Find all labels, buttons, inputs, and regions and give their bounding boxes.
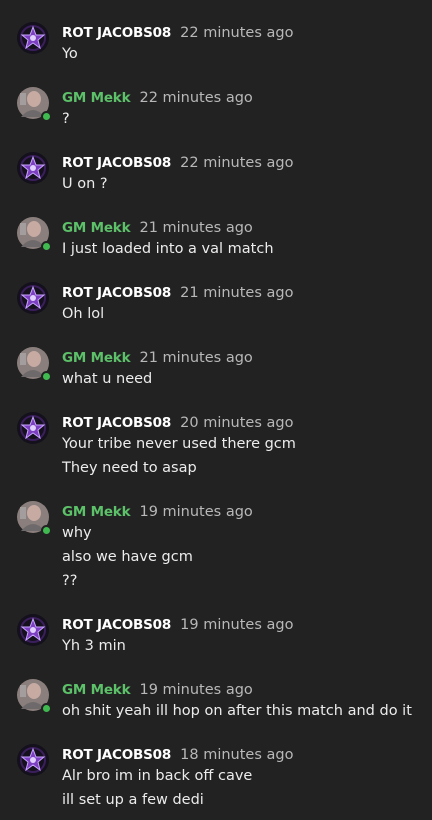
author-name[interactable]: ROT JACOBS08 bbox=[62, 747, 171, 763]
timestamp: 18 minutes ago bbox=[180, 747, 294, 763]
message-header: ROT JACOBS08 19 minutes ago bbox=[62, 614, 294, 633]
user-avatar[interactable] bbox=[17, 87, 52, 122]
message-header: GM Mekk 22 minutes ago bbox=[62, 87, 253, 106]
message-text: Oh lol bbox=[62, 306, 105, 322]
online-status-icon bbox=[41, 111, 52, 122]
message-text: ill set up a few dedi bbox=[62, 792, 204, 808]
message-text: what u need bbox=[62, 371, 153, 387]
timestamp: 20 minutes ago bbox=[180, 415, 294, 431]
purple-star-emblem-icon bbox=[17, 412, 49, 444]
timestamp: 21 minutes ago bbox=[180, 285, 294, 301]
message-text: ? bbox=[62, 111, 70, 127]
purple-star-emblem-icon bbox=[17, 282, 49, 314]
timestamp: 19 minutes ago bbox=[180, 617, 294, 633]
author-name[interactable]: GM Mekk bbox=[62, 90, 131, 106]
user-avatar[interactable] bbox=[17, 347, 52, 382]
author-name[interactable]: ROT JACOBS08 bbox=[62, 617, 171, 633]
user-avatar[interactable] bbox=[17, 744, 49, 776]
message-text: Your tribe never used there gcm bbox=[62, 436, 296, 452]
author-name[interactable]: ROT JACOBS08 bbox=[62, 155, 171, 171]
timestamp: 19 minutes ago bbox=[139, 682, 253, 698]
author-name[interactable]: ROT JACOBS08 bbox=[62, 415, 171, 431]
author-name[interactable]: GM Mekk bbox=[62, 682, 131, 698]
message-text: I just loaded into a val match bbox=[62, 241, 274, 257]
purple-star-emblem-icon bbox=[17, 152, 49, 184]
author-name[interactable]: GM Mekk bbox=[62, 220, 131, 236]
message-text: Yo bbox=[62, 46, 78, 62]
author-name[interactable]: GM Mekk bbox=[62, 350, 131, 366]
message-text: They need to asap bbox=[62, 460, 197, 476]
author-name[interactable]: GM Mekk bbox=[62, 504, 131, 520]
purple-star-emblem-icon bbox=[17, 744, 49, 776]
message-header: ROT JACOBS08 20 minutes ago bbox=[62, 412, 294, 431]
online-status-icon bbox=[41, 525, 52, 536]
message-text: Alr bro im in back off cave bbox=[62, 768, 253, 784]
message-header: ROT JACOBS08 22 minutes ago bbox=[62, 152, 294, 171]
online-status-icon bbox=[41, 703, 52, 714]
timestamp: 22 minutes ago bbox=[180, 155, 294, 171]
message-header: ROT JACOBS08 22 minutes ago bbox=[62, 22, 294, 41]
online-status-icon bbox=[41, 241, 52, 252]
message-header: GM Mekk 21 minutes ago bbox=[62, 217, 253, 236]
message-text: oh shit yeah ill hop on after this match… bbox=[62, 703, 412, 719]
timestamp: 19 minutes ago bbox=[139, 504, 253, 520]
message-text: U on ? bbox=[62, 176, 108, 192]
message-text: also we have gcm bbox=[62, 549, 193, 565]
timestamp: 21 minutes ago bbox=[139, 220, 253, 236]
author-name[interactable]: ROT JACOBS08 bbox=[62, 285, 171, 301]
message-header: ROT JACOBS08 21 minutes ago bbox=[62, 282, 294, 301]
message-header: GM Mekk 21 minutes ago bbox=[62, 347, 253, 366]
message-text: why bbox=[62, 525, 92, 541]
online-status-icon bbox=[41, 371, 52, 382]
user-avatar[interactable] bbox=[17, 22, 49, 54]
timestamp: 21 minutes ago bbox=[139, 350, 253, 366]
purple-star-emblem-icon bbox=[17, 22, 49, 54]
user-avatar[interactable] bbox=[17, 217, 52, 252]
timestamp: 22 minutes ago bbox=[139, 90, 253, 106]
message-text: ?? bbox=[62, 573, 78, 589]
author-name[interactable]: ROT JACOBS08 bbox=[62, 25, 171, 41]
timestamp: 22 minutes ago bbox=[180, 25, 294, 41]
message-header: ROT JACOBS08 18 minutes ago bbox=[62, 744, 294, 763]
purple-star-emblem-icon bbox=[17, 614, 49, 646]
user-avatar[interactable] bbox=[17, 501, 52, 536]
user-avatar[interactable] bbox=[17, 614, 49, 646]
message-header: GM Mekk 19 minutes ago bbox=[62, 501, 253, 520]
message-text: Yh 3 min bbox=[62, 638, 126, 654]
message-header: GM Mekk 19 minutes ago bbox=[62, 679, 253, 698]
user-avatar[interactable] bbox=[17, 282, 49, 314]
user-avatar[interactable] bbox=[17, 412, 49, 444]
chat-message-list: ROT JACOBS08 22 minutes ago Yo GM Mekk 2… bbox=[0, 0, 432, 820]
user-avatar[interactable] bbox=[17, 152, 49, 184]
user-avatar[interactable] bbox=[17, 679, 52, 714]
